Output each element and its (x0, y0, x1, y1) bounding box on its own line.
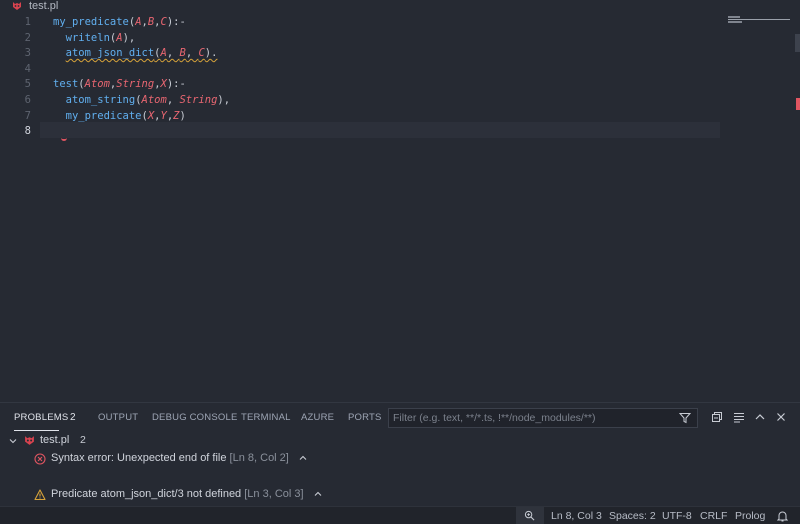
code-predicate: atom_string (53, 94, 136, 106)
code-punctuation: ):- (166, 78, 186, 91)
code-predicate: test (53, 78, 79, 91)
zoom-button[interactable] (516, 507, 544, 524)
code-line: atom_json_dict(A, B, C). (53, 46, 218, 62)
code-predicate: atom_json_dict (65, 47, 155, 60)
code-punctuation: , (166, 47, 180, 60)
zoom-icon (524, 510, 535, 521)
view-as-list-icon[interactable] (733, 411, 745, 423)
code-predicate: my_predicate (53, 16, 129, 28)
code-punctuation: ), (217, 94, 231, 106)
vertical-scrollbar[interactable] (795, 34, 800, 52)
code-variable: Atom (141, 94, 167, 106)
problems-file-count: 2 (80, 434, 86, 446)
warning-squiggle: atom_json_dict(A, B, C). (66, 47, 218, 59)
line-ending[interactable]: CRLF (700, 510, 727, 522)
tab-ports[interactable]: PORTS (348, 412, 382, 423)
editor-tab-bar: test.pl (0, 0, 800, 14)
problems-count-badge: 2 (70, 412, 76, 423)
minimap[interactable] (728, 16, 790, 24)
bottom-panel: PROBLEMS 2 OUTPUT DEBUG CONSOLE TERMINAL… (0, 402, 800, 505)
warning-icon (34, 489, 46, 501)
tab-debug-console[interactable]: DEBUG CONSOLE (152, 412, 237, 423)
problem-message: Predicate atom_json_dict/3 not defined (51, 488, 242, 500)
code-line: writeln(A), (53, 31, 136, 47)
problem-location: [Ln 8, Col 2] (229, 452, 289, 464)
tab-output[interactable]: OUTPUT (98, 412, 138, 423)
line-number: 4 (24, 62, 31, 75)
code-predicate: my_predicate (53, 109, 142, 122)
editor-tab-title[interactable]: test.pl (29, 0, 58, 13)
code-punctuation: ). (204, 47, 218, 60)
tab-problems[interactable]: PROBLEMS (14, 412, 68, 423)
problem-item-warning[interactable]: Predicate atom_json_dict/3 not defined [… (0, 487, 800, 505)
chevron-up-icon[interactable] (313, 489, 323, 499)
code-editor[interactable]: 1 2 3 4 5 6 7 8 my_predicate(A,B,C):- writeln(A… (0, 14, 800, 402)
code-punctuation: ), (122, 31, 136, 44)
error-icon (34, 453, 46, 465)
indentation[interactable]: Spaces: 2 (609, 510, 656, 522)
encoding[interactable]: UTF-8 (662, 510, 692, 522)
code-line: atom_string(Atom, String), (53, 93, 230, 109)
prolog-file-icon (25, 436, 34, 445)
chevron-down-icon[interactable] (8, 436, 18, 446)
collapse-all-icon[interactable] (711, 411, 723, 423)
code-punctuation: , (166, 94, 180, 106)
code-variable: String (179, 94, 218, 106)
tab-terminal[interactable]: TERMINAL (241, 412, 291, 423)
line-number: 2 (24, 31, 31, 44)
code-line: my_predicate(X,Y,Z) (53, 109, 186, 125)
line-number: 5 (24, 78, 31, 91)
code-punctuation: ) (179, 109, 186, 122)
cursor-position[interactable]: Ln 8, Col 3 (551, 510, 602, 522)
panel-tabs: PROBLEMS 2 OUTPUT DEBUG CONSOLE TERMINAL… (0, 403, 800, 433)
error-squiggle (61, 135, 67, 141)
line-number: 6 (24, 94, 31, 106)
scrollbar-error-marker (796, 98, 800, 110)
line-number: 3 (24, 47, 31, 60)
code-punctuation: ):- (166, 16, 186, 28)
active-tab-indicator (14, 430, 59, 431)
maximize-panel-icon[interactable] (754, 411, 766, 423)
tab-azure[interactable]: AZURE (301, 412, 334, 423)
problems-file-row[interactable]: test.pl 2 (0, 432, 800, 450)
line-number: 7 (24, 109, 31, 122)
problem-message: Syntax error: Unexpected end of file (51, 452, 227, 464)
code-predicate: writeln (53, 31, 110, 44)
filter-icon[interactable] (679, 412, 691, 424)
line-number: 8 (24, 125, 31, 138)
problems-file-name: test.pl (40, 434, 70, 446)
code-punctuation: , (185, 47, 199, 60)
code-variable: String (116, 78, 155, 91)
current-line-highlight (40, 122, 720, 138)
bell-icon[interactable] (777, 510, 788, 522)
status-bar: Ln 8, Col 3 Spaces: 2 UTF-8 CRLF Prolog (0, 506, 800, 524)
language-mode[interactable]: Prolog (735, 510, 765, 522)
code-line: test(Atom,String,X):- (53, 77, 186, 93)
code-variable: Atom (84, 78, 110, 91)
problems-filter[interactable] (388, 408, 698, 428)
filter-input[interactable] (393, 411, 673, 425)
problem-location: [Ln 3, Col 3] (244, 488, 304, 500)
problem-item-error[interactable]: Syntax error: Unexpected end of file [Ln… (0, 451, 800, 469)
chevron-up-icon[interactable] (298, 453, 308, 463)
close-panel-icon[interactable] (775, 411, 787, 423)
line-number: 1 (24, 16, 31, 28)
prolog-file-icon (13, 2, 21, 10)
code-line: my_predicate(A,B,C):- (53, 15, 186, 31)
